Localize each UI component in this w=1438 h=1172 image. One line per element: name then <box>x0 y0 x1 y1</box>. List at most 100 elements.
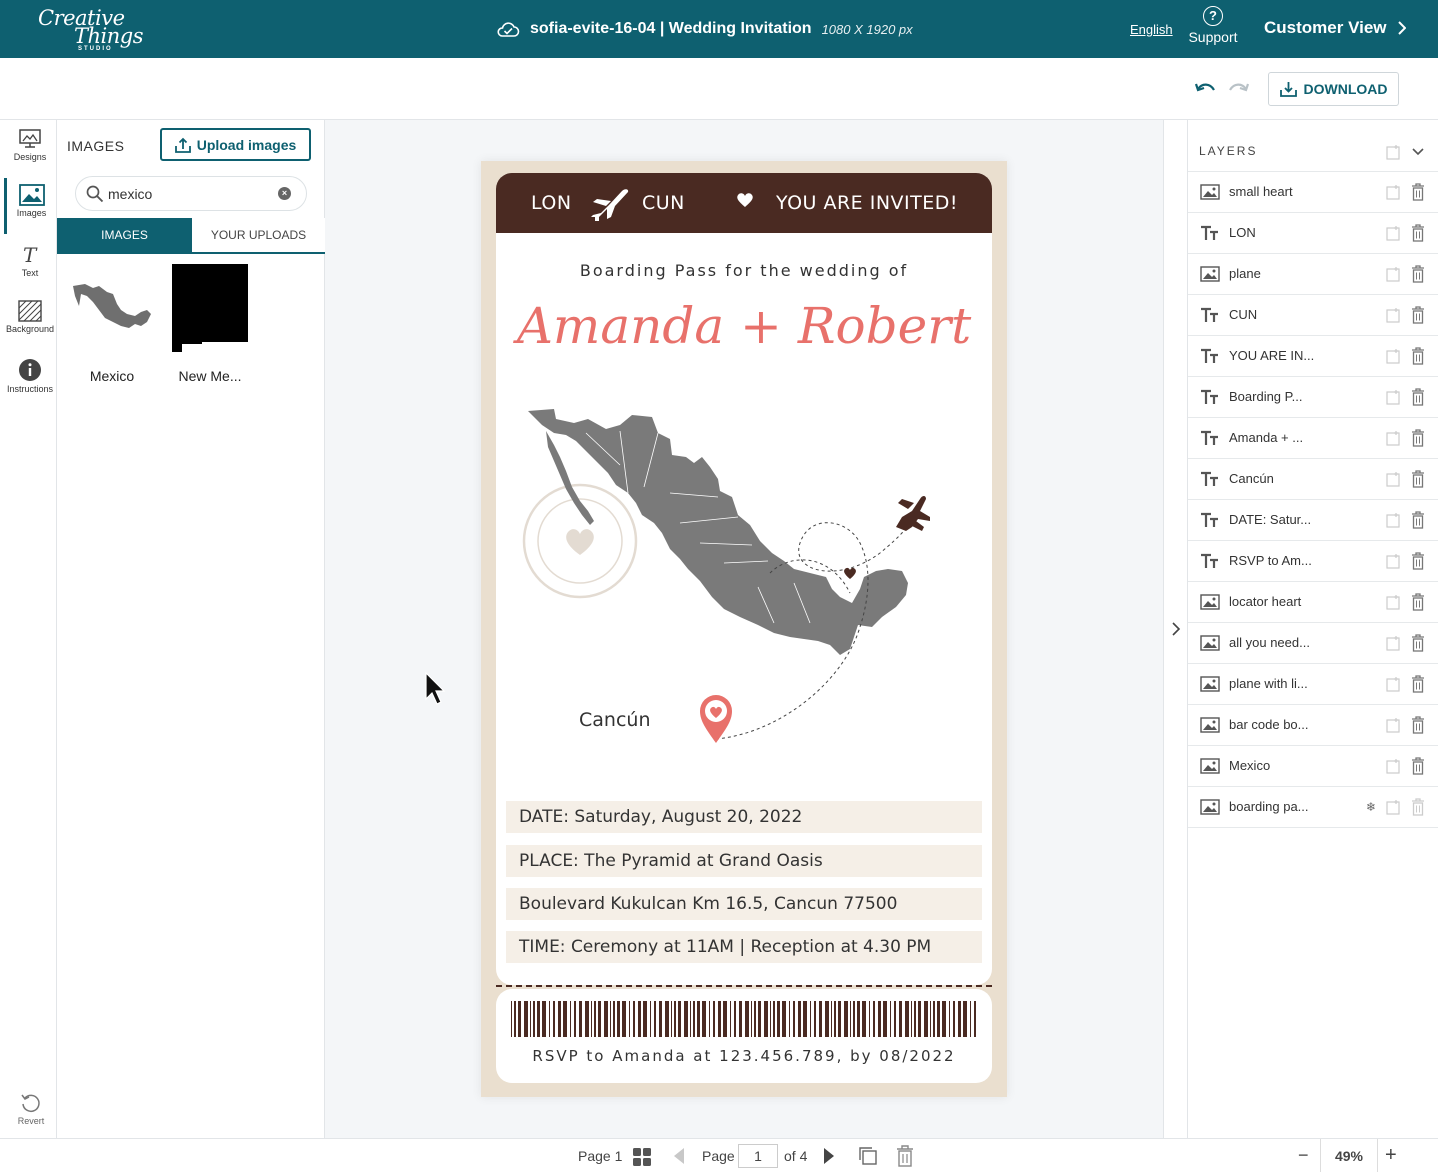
frozen-icon[interactable]: ❄ <box>1366 800 1376 814</box>
language-link[interactable]: English <box>1130 22 1173 37</box>
small-heart-icon[interactable] <box>736 192 754 208</box>
layer-item[interactable]: plane with li... <box>1188 663 1438 704</box>
boarding-pass-text[interactable]: Boarding Pass for the wedding of <box>496 261 992 280</box>
date-row[interactable]: DATE: Saturday, August 20, 2022 <box>506 801 982 833</box>
layer-item[interactable]: YOU ARE IN... <box>1188 335 1438 376</box>
layer-item[interactable]: bar code bo... <box>1188 704 1438 745</box>
trash-icon[interactable] <box>1411 265 1425 283</box>
trash-icon[interactable] <box>1411 552 1425 570</box>
lock-layer-icon[interactable] <box>1386 471 1400 487</box>
bar-code[interactable] <box>511 1001 977 1037</box>
download-button[interactable]: DOWNLOAD <box>1268 72 1399 106</box>
rail-background[interactable]: Background <box>4 294 56 350</box>
tab-images[interactable]: IMAGES <box>57 218 192 252</box>
ticket-header: LON CUN YOU ARE INVITED! <box>496 173 992 233</box>
zoom-in-button[interactable]: + <box>1385 1144 1397 1167</box>
trash-icon[interactable] <box>1411 183 1425 201</box>
page-grid-icon[interactable] <box>632 1147 652 1167</box>
layer-item[interactable]: Amanda + ... <box>1188 417 1438 458</box>
address-row[interactable]: Boulevard Kukulcan Km 16.5, Cancun 77500 <box>506 888 982 920</box>
trash-icon[interactable] <box>1411 675 1425 693</box>
lock-layer-icon[interactable] <box>1386 512 1400 528</box>
trash-icon[interactable] <box>1411 224 1425 242</box>
invitation-artboard[interactable]: LON CUN YOU ARE INVITED! Boarding Pass f… <box>481 161 1007 1097</box>
lock-layer-icon[interactable] <box>1386 184 1400 200</box>
text-layer-icon <box>1200 348 1220 369</box>
lock-layer-icon[interactable] <box>1386 225 1400 241</box>
rsvp-text[interactable]: RSVP to Amanda at 123.456.789, by 08/202… <box>496 1047 992 1065</box>
rail-instructions[interactable]: Instructions <box>4 352 56 408</box>
search-input[interactable] <box>108 184 268 204</box>
trash-icon[interactable] <box>1411 634 1425 652</box>
layer-item[interactable]: Mexico <box>1188 745 1438 786</box>
time-row[interactable]: TIME: Ceremony at 11AM | Reception at 4.… <box>506 931 982 963</box>
chevron-down-icon[interactable] <box>1412 148 1424 156</box>
rail-images[interactable]: Images <box>4 178 56 234</box>
lock-layer-icon[interactable] <box>1386 799 1400 815</box>
duplicate-page-icon[interactable] <box>858 1146 878 1166</box>
city-label[interactable]: Cancún <box>579 709 650 731</box>
layer-item[interactable]: small heart <box>1188 171 1438 212</box>
next-page-icon[interactable] <box>822 1147 836 1165</box>
redo-icon[interactable] <box>1226 80 1250 98</box>
clear-search-icon[interactable]: × <box>278 187 291 200</box>
trash-icon[interactable] <box>1411 306 1425 324</box>
layer-item[interactable]: Boarding P... <box>1188 376 1438 417</box>
origin-code[interactable]: LON <box>531 192 572 214</box>
trash-icon[interactable] <box>1411 347 1425 365</box>
rail-designs[interactable]: Designs <box>4 122 56 178</box>
page-number-input[interactable]: 1 <box>738 1144 778 1168</box>
customer-view-button[interactable]: Customer View <box>1264 18 1406 38</box>
rail-text[interactable]: T Text <box>4 238 56 294</box>
layer-item[interactable]: locator heart <box>1188 581 1438 622</box>
lock-layer-icon[interactable] <box>1386 389 1400 405</box>
trash-icon[interactable] <box>1411 429 1425 447</box>
layer-item[interactable]: DATE: Satur... <box>1188 499 1438 540</box>
delete-page-icon[interactable] <box>896 1145 914 1167</box>
layer-item[interactable]: all you need... <box>1188 622 1438 663</box>
layer-item[interactable]: boarding pa... ❄ <box>1188 786 1438 827</box>
trash-icon[interactable] <box>1411 593 1425 611</box>
lock-layer-icon[interactable] <box>1386 717 1400 733</box>
previous-page-icon[interactable] <box>672 1147 686 1165</box>
image-result-new-mexico[interactable]: New Me... <box>165 264 255 384</box>
zoom-out-button[interactable]: − <box>1298 1145 1309 1166</box>
layer-item[interactable]: Cancún <box>1188 458 1438 499</box>
trash-icon[interactable] <box>1411 470 1425 488</box>
layer-item[interactable]: LON <box>1188 212 1438 253</box>
text-layer-icon <box>1200 471 1220 492</box>
trash-icon[interactable] <box>1411 388 1425 406</box>
destination-code[interactable]: CUN <box>642 192 685 214</box>
tab-your-uploads[interactable]: YOUR UPLOADS <box>192 218 325 252</box>
place-row[interactable]: PLACE: The Pyramid at Grand Oasis <box>506 845 982 877</box>
current-page-label: Page 1 <box>578 1148 623 1164</box>
lock-layer-icon[interactable] <box>1386 676 1400 692</box>
plane-icon[interactable] <box>589 187 631 223</box>
lock-layer-icon[interactable] <box>1386 348 1400 364</box>
lock-layer-icon[interactable] <box>1386 430 1400 446</box>
revert-button[interactable]: Revert <box>10 1092 52 1126</box>
image-result-mexico[interactable]: Mexico <box>67 264 157 384</box>
trash-icon[interactable] <box>1411 798 1425 816</box>
layer-item[interactable]: CUN <box>1188 294 1438 335</box>
lock-layer-icon[interactable] <box>1386 307 1400 323</box>
zoom-level[interactable]: 49% <box>1320 1139 1378 1172</box>
lock-layer-icon[interactable] <box>1386 553 1400 569</box>
trash-icon[interactable] <box>1411 716 1425 734</box>
add-layer-icon[interactable] <box>1386 144 1400 160</box>
trash-icon[interactable] <box>1411 511 1425 529</box>
layers-collapse-strip[interactable] <box>1163 120 1188 1138</box>
layer-item[interactable]: plane <box>1188 253 1438 294</box>
lock-layer-icon[interactable] <box>1386 758 1400 774</box>
invited-text[interactable]: YOU ARE INVITED! <box>776 192 958 214</box>
lock-layer-icon[interactable] <box>1386 266 1400 282</box>
trash-icon[interactable] <box>1411 757 1425 775</box>
couple-names[interactable]: Amanda + Robert <box>496 283 992 373</box>
support-button[interactable]: ? Support <box>1184 6 1242 45</box>
creative-things-logo[interactable]: Creative Things STUDIO <box>38 4 144 54</box>
lock-layer-icon[interactable] <box>1386 635 1400 651</box>
lock-layer-icon[interactable] <box>1386 594 1400 610</box>
upload-images-button[interactable]: Upload images <box>160 128 311 161</box>
undo-icon[interactable] <box>1194 80 1218 98</box>
layer-item[interactable]: RSVP to Am... <box>1188 540 1438 581</box>
